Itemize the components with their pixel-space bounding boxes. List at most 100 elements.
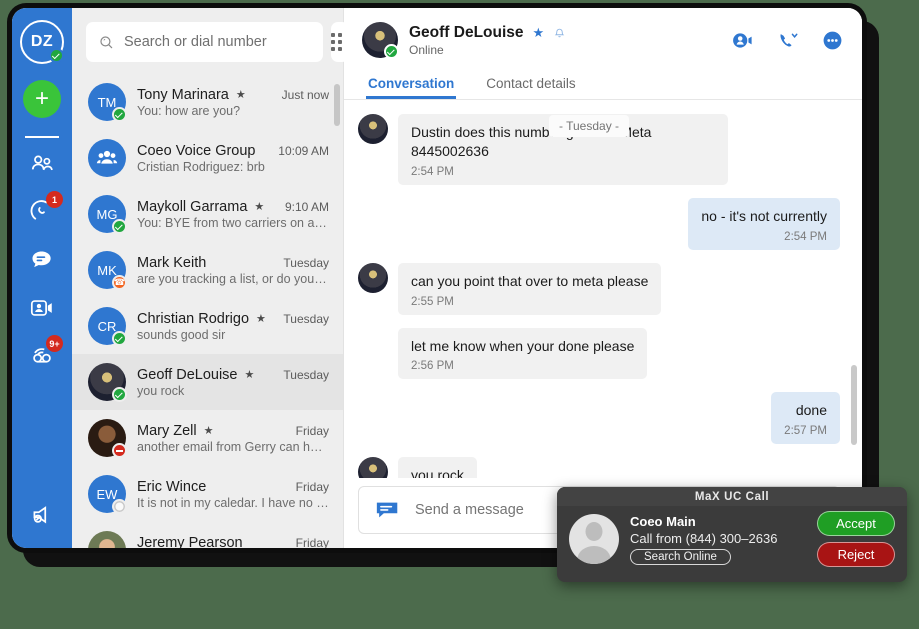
chat-list-item[interactable]: Mary Zell ★ Friday another email from Gerry… xyxy=(72,410,343,466)
contact-presence-indicator xyxy=(384,44,399,59)
user-avatar[interactable]: DZ xyxy=(20,20,64,64)
call-toast-title: MaX UC Call xyxy=(557,487,907,506)
list-item-top-row: Maykoll Garrama ★ 9:10 AM xyxy=(137,199,329,215)
message-text: no - it's not currently xyxy=(701,207,827,224)
list-item-time: Friday xyxy=(295,423,329,438)
chat-list-item[interactable]: TM Tony Marinara ★ Just now You: how are you… xyxy=(72,74,343,130)
list-item-avatar xyxy=(88,139,126,177)
favorite-star-icon[interactable]: ★ xyxy=(254,200,264,213)
sidebar-item-calls[interactable]: 1 xyxy=(12,188,72,236)
voicemail-badge: 9+ xyxy=(46,335,63,352)
list-item-top-row: Geoff DeLouise ★ Tuesday xyxy=(137,367,329,383)
video-contact-icon xyxy=(30,300,52,316)
user-initials: DZ xyxy=(30,33,54,50)
message-text: done xyxy=(795,402,827,419)
message-list[interactable]: Dustin does this number go to on Meta 84… xyxy=(344,100,862,478)
list-item-name: Jeremy Pearson xyxy=(137,534,243,549)
message-compose-icon xyxy=(376,502,398,518)
list-item-avatar xyxy=(88,419,127,458)
chat-list-item[interactable]: Geoff DeLouise ★ Tuesday you rock xyxy=(72,354,343,410)
chat-list-item[interactable]: MG Maykoll Garrama ★ 9:10 AM You: BYE from t… xyxy=(72,186,343,242)
message-bubble[interactable]: can you point that over to meta please 2:… xyxy=(398,262,662,315)
list-item-body: Geoff DeLouise ★ Tuesday you rock xyxy=(137,367,329,398)
user-presence-indicator xyxy=(49,48,64,63)
search-online-button[interactable]: Search Online xyxy=(630,548,731,565)
favorite-star-icon[interactable]: ★ xyxy=(245,368,255,381)
conversation-header: Geoff DeLouise ★ Online xyxy=(344,8,862,64)
message-row: let me know when your done please 2:56 PM xyxy=(358,327,840,380)
list-item-name: Mary Zell xyxy=(137,422,197,439)
message-text: let me know when your done please xyxy=(411,337,635,354)
avatar xyxy=(88,139,126,177)
sidebar-item-whats-new[interactable] xyxy=(12,498,72,532)
chat-list-item[interactable]: Coeo Voice Group 10:09 AM Cristian Rodrigu… xyxy=(72,130,343,186)
tab-conversation[interactable]: Conversation xyxy=(366,70,456,99)
message-row: you rock2:57 PM xyxy=(358,457,840,478)
search-input[interactable] xyxy=(124,34,311,50)
message-scrollbar[interactable] xyxy=(851,365,857,445)
star-filled-icon[interactable]: ★ xyxy=(533,25,545,41)
contact-avatar xyxy=(362,22,399,59)
contact-name: Geoff DeLouise xyxy=(409,23,524,41)
video-call-button[interactable] xyxy=(731,29,754,52)
presence-indicator xyxy=(112,107,127,122)
favorite-star-icon[interactable]: ★ xyxy=(204,424,214,437)
chat-list-item[interactable]: Jeremy PearsonFridayYou: are you guys st… xyxy=(72,522,343,548)
sidebar-item-contacts[interactable] xyxy=(12,140,72,188)
conversation-actions xyxy=(731,29,844,52)
chat-list-scrollbar[interactable] xyxy=(334,84,340,126)
message-bubble[interactable]: done 2:57 PM xyxy=(771,392,840,445)
message-avatar xyxy=(358,114,388,144)
person-placeholder-icon xyxy=(569,514,619,564)
message-timestamp: 2:54 PM xyxy=(411,165,454,178)
list-item-time: Friday xyxy=(295,479,329,494)
rail-icon-list: 1 9+ xyxy=(12,140,72,380)
list-item-top-row: Coeo Voice Group 10:09 AM xyxy=(137,143,329,159)
avatar xyxy=(88,531,126,548)
reject-call-button[interactable]: Reject xyxy=(817,542,895,567)
plus-icon: + xyxy=(34,85,49,112)
list-item-time: Tuesday xyxy=(283,367,329,382)
presence-indicator xyxy=(112,275,127,290)
list-item-avatar: CR xyxy=(88,307,127,346)
rail-divider xyxy=(25,136,59,138)
call-button[interactable] xyxy=(776,29,799,52)
chat-list-item[interactable]: MK Mark Keith Tuesdayare you tracking a li… xyxy=(72,242,343,298)
favorite-star-icon[interactable]: ★ xyxy=(256,312,266,325)
list-item-top-row: Eric Wince Friday xyxy=(137,479,329,495)
more-options-button[interactable] xyxy=(821,29,844,52)
sidebar-item-voicemail[interactable]: 9+ xyxy=(12,332,72,380)
search-box[interactable] xyxy=(86,22,323,62)
chat-list-item[interactable]: CR Christian Rodrigo ★ Tuesday sounds good s… xyxy=(72,298,343,354)
sidebar-item-chat[interactable] xyxy=(12,236,72,284)
list-item-body: Christian Rodrigo ★ Tuesday sounds good sir xyxy=(137,311,329,342)
bell-icon[interactable] xyxy=(553,26,566,40)
list-item-body: Maykoll Garrama ★ 9:10 AM You: BYE from two… xyxy=(137,199,329,230)
list-item-body: Tony Marinara ★ Just now You: how are you? xyxy=(137,87,329,118)
favorite-star-icon[interactable]: ★ xyxy=(236,88,246,101)
new-action-button[interactable]: + xyxy=(23,80,61,118)
list-item-snippet: You: BYE from two carriers on all 3… xyxy=(137,215,329,230)
accept-call-button[interactable]: Accept xyxy=(817,511,895,536)
chat-list-item[interactable]: EW Eric Wince Friday It is not in my caleda… xyxy=(72,466,343,522)
message-bubble[interactable]: let me know when your done please 2:56 PM xyxy=(398,327,648,380)
message-timestamp: 2:55 PM xyxy=(411,295,454,308)
message-row: done 2:57 PM xyxy=(358,392,840,445)
list-item-avatar: EW xyxy=(88,475,127,514)
contact-header-text: Geoff DeLouise ★ Online xyxy=(409,24,566,57)
list-item-name: Tony Marinara xyxy=(137,86,229,103)
tab-contact-details[interactable]: Contact details xyxy=(484,70,577,99)
presence-indicator xyxy=(112,331,127,346)
message-timestamp: 2:56 PM xyxy=(411,360,454,373)
day-divider: - Tuesday - xyxy=(549,115,630,137)
sidebar-item-meetings[interactable] xyxy=(12,284,72,332)
contact-status: Online xyxy=(409,42,444,57)
conversation-panel: Geoff DeLouise ★ Online Conversation Con… xyxy=(344,8,862,548)
presence-indicator xyxy=(112,499,127,514)
message-bubble[interactable]: no - it's not currently 2:54 PM xyxy=(688,197,840,250)
message-bubble[interactable]: you rock2:57 PM xyxy=(398,457,477,478)
message-text: you rock xyxy=(411,467,464,478)
chat-list-scroll-area[interactable]: TM Tony Marinara ★ Just now You: how are you… xyxy=(72,74,343,548)
list-item-body: Eric Wince Friday It is not in my caledar.… xyxy=(137,479,329,510)
list-item-avatar: MK xyxy=(88,251,127,290)
